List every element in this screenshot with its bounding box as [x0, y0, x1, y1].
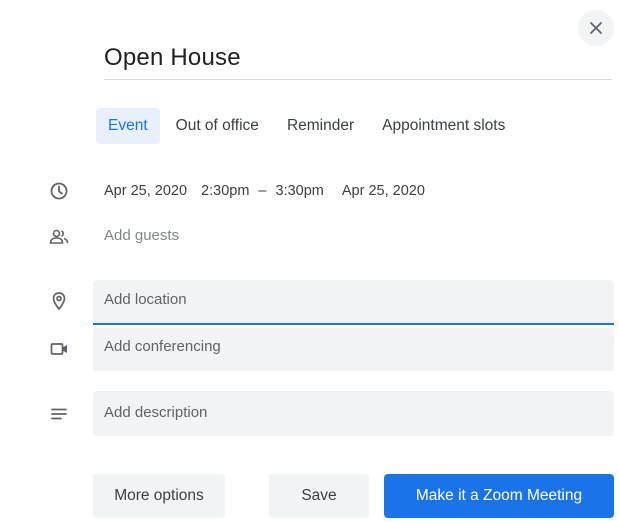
- add-conferencing-placeholder: Add conferencing: [104, 338, 221, 355]
- people-icon: [48, 226, 70, 248]
- end-time[interactable]: 3:30pm: [276, 183, 324, 199]
- event-dialog: Open House Event Out of office Reminder …: [0, 0, 619, 522]
- tab-reminder[interactable]: Reminder: [275, 108, 366, 144]
- tab-out-of-office[interactable]: Out of office: [164, 108, 271, 144]
- start-time[interactable]: 2:30pm: [201, 183, 249, 199]
- event-title-input[interactable]: Open House: [104, 44, 241, 72]
- close-button[interactable]: [578, 10, 614, 46]
- clock-icon: [48, 180, 70, 202]
- event-type-tabs: Event Out of office Reminder Appointment…: [96, 108, 521, 144]
- notes-icon: [48, 403, 70, 425]
- tab-event[interactable]: Event: [96, 108, 160, 144]
- add-location-field[interactable]: Add location: [93, 280, 614, 325]
- zoom-meeting-button[interactable]: Make it a Zoom Meeting: [384, 474, 614, 518]
- tab-appointment-slots[interactable]: Appointment slots: [370, 108, 517, 144]
- title-underline: [104, 79, 612, 80]
- add-conferencing-field[interactable]: Add conferencing: [93, 327, 614, 371]
- time-separator: –: [258, 183, 267, 199]
- datetime-row: Apr 25, 2020 2:30pm – 3:30pm Apr 25, 202…: [104, 180, 425, 202]
- add-location-placeholder: Add location: [104, 291, 187, 308]
- more-options-button[interactable]: More options: [93, 474, 225, 518]
- location-pin-icon: [48, 290, 70, 312]
- start-date[interactable]: Apr 25, 2020: [104, 183, 187, 199]
- end-date[interactable]: Apr 25, 2020: [342, 183, 425, 199]
- add-guests-input[interactable]: Add guests: [104, 227, 179, 244]
- add-description-placeholder: Add description: [104, 404, 208, 421]
- close-icon: [590, 22, 602, 34]
- video-camera-icon: [48, 338, 70, 360]
- save-button[interactable]: Save: [269, 474, 369, 518]
- add-description-field[interactable]: Add description: [93, 391, 614, 436]
